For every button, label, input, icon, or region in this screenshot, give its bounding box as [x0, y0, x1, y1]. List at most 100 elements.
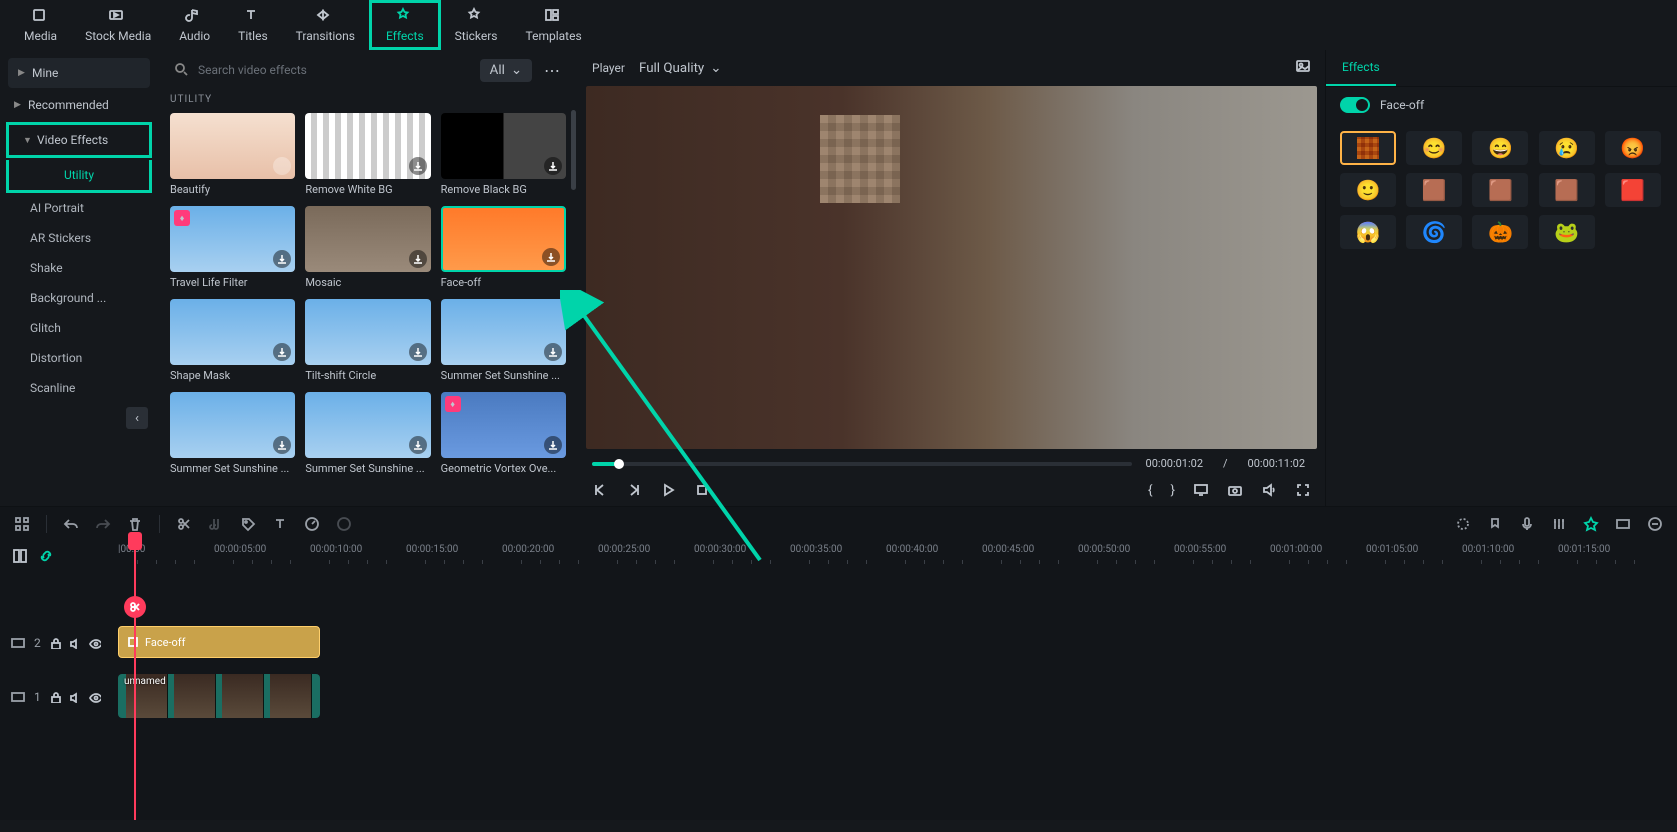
sidebar-cat-video-effects[interactable]: ▼Video Effects: [6, 122, 152, 158]
tab-effects[interactable]: Effects: [369, 0, 441, 50]
effect-toggle[interactable]: [1340, 97, 1370, 113]
sidebar-cat-recommended[interactable]: ▶Recommended: [0, 90, 158, 120]
sidebar-cat-mine[interactable]: ▶Mine: [8, 58, 150, 88]
track-lock-button[interactable]: [49, 691, 61, 703]
face-option[interactable]: [1340, 131, 1396, 165]
time-separator: /: [1223, 457, 1228, 470]
face-option[interactable]: 😱: [1340, 215, 1396, 249]
tab-titles[interactable]: Titles: [224, 3, 281, 47]
sidebar-back-button[interactable]: ‹: [126, 407, 148, 429]
face-option[interactable]: 🙂: [1340, 173, 1396, 207]
face-option[interactable]: 😊: [1406, 131, 1462, 165]
prev-frame-button[interactable]: [592, 482, 608, 498]
tab-stickers[interactable]: Stickers: [441, 3, 512, 47]
voiceover-button[interactable]: [1519, 516, 1535, 532]
player-viewport[interactable]: [586, 86, 1317, 449]
grid-button[interactable]: [14, 516, 30, 532]
next-frame-button[interactable]: [626, 482, 642, 498]
face-option[interactable]: 🎃: [1472, 215, 1528, 249]
face-option[interactable]: 😄: [1472, 131, 1528, 165]
effects-grid: BeautifyRemove White BGRemove Black BG ♦T…: [170, 113, 566, 475]
timeline-ruler[interactable]: |00:0000:00:05:0000:00:10:0000:00:15:000…: [118, 540, 1677, 572]
text-button[interactable]: [272, 516, 288, 532]
sidebar-item-ai-portrait[interactable]: AI Portrait: [0, 193, 158, 223]
sidebar-item-utility[interactable]: Utility: [6, 160, 152, 193]
render-button[interactable]: [1455, 516, 1471, 532]
tab-audio[interactable]: Audio: [165, 3, 224, 47]
effects-sidebar: ▶Mine ▶Recommended ▼Video Effects Utilit…: [0, 50, 158, 506]
face-option[interactable]: 🟥: [1605, 173, 1661, 207]
effect-card[interactable]: Beautify: [170, 113, 295, 196]
redo-button[interactable]: [95, 516, 111, 532]
fx-clip[interactable]: Face-off: [118, 626, 320, 658]
video-clip[interactable]: unnamed: [118, 674, 320, 718]
split-button[interactable]: [176, 516, 192, 532]
fullscreen-button[interactable]: [1295, 482, 1311, 498]
effect-card[interactable]: Shape Mask: [170, 299, 295, 382]
mark-out-button[interactable]: }: [1170, 482, 1175, 498]
timeline-link-button[interactable]: [38, 548, 54, 564]
undo-button[interactable]: [63, 516, 79, 532]
sidebar-item-scanline[interactable]: Scanline: [0, 373, 158, 403]
effect-name: Geometric Vortex Ove...: [441, 462, 566, 475]
mixer-button[interactable]: [1551, 516, 1567, 532]
face-option[interactable]: 🟫: [1472, 173, 1528, 207]
effect-card[interactable]: ♦Geometric Vortex Ove...: [441, 392, 566, 475]
tab-stock-media[interactable]: Stock Media: [71, 3, 165, 47]
tab-transitions[interactable]: Transitions: [282, 3, 369, 47]
face-grid: 😊 😄 😢 😡 🙂 🟫 🟫 🟫 🟥 😱 🌀 🎃 🐸: [1326, 123, 1677, 257]
effect-card[interactable]: Summer Set Sunshine ...: [441, 299, 566, 382]
delete-button[interactable]: [127, 516, 143, 532]
sidebar-item-background[interactable]: Background ...: [0, 283, 158, 313]
search-input[interactable]: Search video effects: [170, 56, 472, 84]
tag-button[interactable]: [240, 516, 256, 532]
scrollbar[interactable]: [571, 110, 576, 190]
volume-button[interactable]: [1261, 482, 1277, 498]
track-mute-button[interactable]: [69, 691, 81, 703]
effect-card[interactable]: Remove White BG: [305, 113, 430, 196]
seek-bar[interactable]: [592, 462, 1132, 466]
aspect-button[interactable]: [1615, 516, 1631, 532]
effect-card[interactable]: Face-off: [441, 206, 566, 289]
face-option[interactable]: 😡: [1605, 131, 1661, 165]
effect-card[interactable]: Remove Black BG: [441, 113, 566, 196]
track-mute-button[interactable]: [69, 637, 81, 649]
playhead[interactable]: [134, 540, 136, 820]
track-visibility-button[interactable]: [89, 637, 101, 649]
sidebar-item-ar-stickers[interactable]: AR Stickers: [0, 223, 158, 253]
quality-dropdown[interactable]: Full Quality⌄: [639, 61, 721, 76]
speed-button[interactable]: [304, 516, 320, 532]
effect-card[interactable]: Summer Set Sunshine ...: [170, 392, 295, 475]
face-option[interactable]: 😢: [1539, 131, 1595, 165]
sidebar-item-glitch[interactable]: Glitch: [0, 313, 158, 343]
zoom-out-button[interactable]: [1647, 516, 1663, 532]
snapshot-button[interactable]: [1295, 58, 1311, 78]
effect-card[interactable]: Tilt-shift Circle: [305, 299, 430, 382]
play-button[interactable]: [660, 482, 676, 498]
color-button[interactable]: [336, 516, 352, 532]
face-option[interactable]: 🐸: [1539, 215, 1595, 249]
camera-button[interactable]: [1227, 482, 1243, 498]
face-option[interactable]: 🟫: [1406, 173, 1462, 207]
properties-tab-effects[interactable]: Effects: [1326, 50, 1396, 86]
mark-in-button[interactable]: {: [1148, 482, 1153, 498]
sidebar-item-distortion[interactable]: Distortion: [0, 343, 158, 373]
ai-button[interactable]: [1583, 516, 1599, 532]
audio-detach-button[interactable]: [208, 516, 224, 532]
stop-button[interactable]: [694, 482, 710, 498]
filter-dropdown[interactable]: All⌄: [480, 59, 532, 82]
timeline-layout-button[interactable]: [12, 548, 28, 564]
track-lock-button[interactable]: [49, 637, 61, 649]
effect-card[interactable]: ♦Travel Life Filter: [170, 206, 295, 289]
marker-button[interactable]: [1487, 516, 1503, 532]
more-menu-button[interactable]: ⋯: [540, 61, 566, 80]
display-button[interactable]: [1193, 482, 1209, 498]
effect-card[interactable]: Mosaic: [305, 206, 430, 289]
effect-card[interactable]: Summer Set Sunshine ...: [305, 392, 430, 475]
track-visibility-button[interactable]: [89, 691, 101, 703]
tab-templates[interactable]: Templates: [512, 3, 596, 47]
tab-media[interactable]: Media: [10, 3, 71, 47]
face-option[interactable]: 🟫: [1539, 173, 1595, 207]
face-option[interactable]: 🌀: [1406, 215, 1462, 249]
sidebar-item-shake[interactable]: Shake: [0, 253, 158, 283]
